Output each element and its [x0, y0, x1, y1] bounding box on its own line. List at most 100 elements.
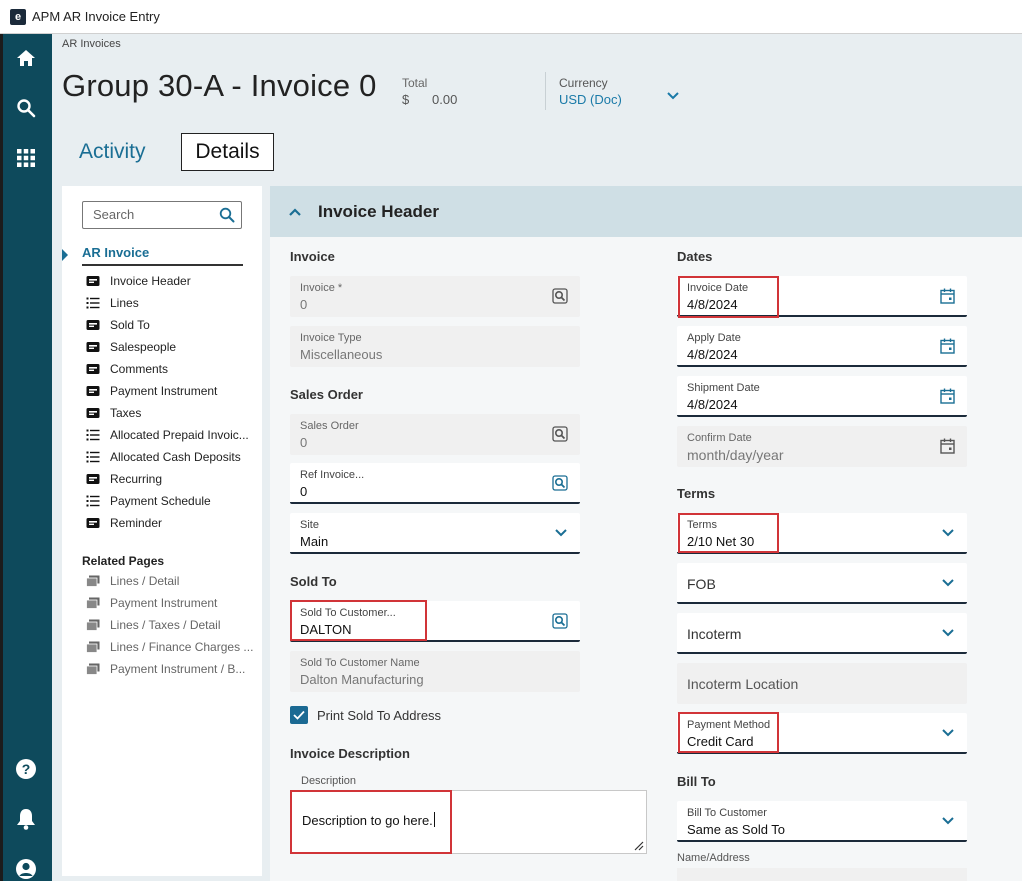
lookup-icon[interactable]	[552, 288, 568, 304]
group-invoice: Invoice	[290, 249, 335, 264]
tab-activity[interactable]: Activity	[79, 140, 146, 164]
apply-date-value[interactable]: 4/8/2024	[687, 347, 738, 362]
section-header[interactable]: Invoice Header	[270, 186, 1022, 237]
app-rail: ?	[0, 34, 52, 881]
ref-invoice-value[interactable]: 0	[300, 484, 307, 499]
related-page-label: Payment Instrument	[110, 596, 218, 610]
invoice-date-value[interactable]: 4/8/2024	[687, 297, 738, 312]
print-address-label: Print Sold To Address	[317, 707, 442, 723]
nav-search-input[interactable]	[93, 207, 213, 222]
lookup-icon[interactable]	[552, 426, 568, 442]
nav-item[interactable]: Invoice Header	[86, 270, 256, 292]
chevron-down-icon[interactable]	[554, 527, 568, 539]
resize-grip-icon[interactable]	[634, 841, 644, 851]
print-address-checkbox[interactable]	[290, 706, 308, 724]
description-textarea[interactable]: Description to go here.	[290, 790, 647, 854]
nav-item-label: Comments	[110, 362, 169, 376]
confirm-date-label: Confirm Date	[687, 432, 752, 444]
invoice-label: Invoice *	[300, 282, 343, 294]
nav-item[interactable]: Sold To	[86, 314, 256, 336]
apps-button[interactable]	[0, 138, 52, 178]
lookup-icon[interactable]	[552, 613, 568, 629]
print-sold-to-address-option[interactable]: Print Sold To Address	[290, 706, 441, 724]
nav-item-label: Recurring	[110, 472, 163, 486]
payment-method-value[interactable]: Credit Card	[687, 734, 753, 749]
terms-select[interactable]: Terms 2/10 Net 30	[677, 513, 967, 554]
calendar-icon[interactable]	[940, 388, 955, 404]
total-label: Total	[402, 76, 428, 90]
nav-item[interactable]: Lines	[86, 292, 256, 314]
nav-search-box[interactable]	[82, 201, 242, 229]
search-icon[interactable]	[219, 207, 235, 223]
sales-order-value: 0	[300, 435, 308, 450]
breadcrumb[interactable]: AR Invoices	[62, 38, 121, 50]
nav-item[interactable]: Allocated Prepaid Invoic...	[86, 424, 256, 446]
currency-select[interactable]: USD (Doc)	[559, 92, 622, 107]
site-label: Site	[300, 519, 319, 531]
site-select[interactable]: Site Main	[290, 513, 580, 554]
chevron-down-icon[interactable]	[941, 527, 955, 539]
notifications-button[interactable]	[0, 799, 52, 839]
sold-to-name-label: Sold To Customer Name	[300, 657, 420, 669]
card-icon	[86, 386, 100, 396]
fob-select[interactable]: FOB	[677, 563, 967, 604]
payment-method-select[interactable]: Payment Method Credit Card	[677, 713, 967, 754]
nav-item-label: Allocated Prepaid Invoic...	[110, 428, 249, 442]
invoice-header-panel: Invoice Header Invoice Invoice * 0 Invoi…	[270, 186, 1022, 881]
shipment-date-field[interactable]: Shipment Date 4/8/2024	[677, 376, 967, 417]
sold-to-customer-label: Sold To Customer...	[300, 607, 396, 619]
nav-item[interactable]: Taxes	[86, 402, 256, 424]
incoterm-location-placeholder: Incoterm Location	[687, 676, 799, 692]
related-pages-icon	[86, 619, 100, 631]
apply-date-field[interactable]: Apply Date 4/8/2024	[677, 326, 967, 367]
sold-to-customer-field[interactable]: Sold To Customer... DALTON	[290, 601, 580, 642]
search-nav-button[interactable]	[0, 88, 52, 128]
svg-text:?: ?	[22, 761, 31, 777]
user-button[interactable]	[0, 849, 52, 881]
tab-details[interactable]: Details	[181, 133, 274, 171]
home-button[interactable]	[0, 38, 52, 78]
chevron-down-icon[interactable]	[941, 727, 955, 739]
ref-invoice-field[interactable]: Ref Invoice... 0	[290, 463, 580, 504]
nav-item[interactable]: Recurring	[86, 468, 256, 490]
related-page-link[interactable]: Payment Instrument	[86, 592, 256, 614]
chevron-down-icon[interactable]	[941, 815, 955, 827]
related-pages-icon	[86, 641, 100, 653]
site-value[interactable]: Main	[300, 534, 328, 549]
related-pages-icon	[86, 575, 100, 587]
shipment-date-value[interactable]: 4/8/2024	[687, 397, 738, 412]
related-page-link[interactable]: Lines / Taxes / Detail	[86, 614, 256, 636]
related-page-link[interactable]: Lines / Detail	[86, 570, 256, 592]
calendar-icon	[940, 438, 955, 454]
chevron-down-icon[interactable]	[941, 627, 955, 639]
nav-item-label: Salespeople	[110, 340, 177, 354]
chevron-up-icon[interactable]	[288, 206, 302, 218]
shipment-date-label: Shipment Date	[687, 382, 760, 394]
nav-item[interactable]: Salespeople	[86, 336, 256, 358]
calendar-icon[interactable]	[940, 338, 955, 354]
total-currency-symbol: $	[402, 92, 410, 107]
confirm-date-placeholder: month/day/year	[687, 447, 784, 463]
sold-to-customer-value[interactable]: DALTON	[300, 622, 352, 637]
invoice-date-field[interactable]: Invoice Date 4/8/2024	[677, 276, 967, 317]
related-page-link[interactable]: Lines / Finance Charges ...	[86, 636, 256, 658]
bill-to-customer-select[interactable]: Bill To Customer Same as Sold To	[677, 801, 967, 842]
nav-item[interactable]: Reminder	[86, 512, 256, 534]
nav-item[interactable]: Payment Instrument	[86, 380, 256, 402]
checkmark-icon	[293, 710, 305, 720]
related-page-link[interactable]: Payment Instrument / B...	[86, 658, 256, 680]
rail-edge	[0, 34, 3, 881]
nav-item[interactable]: Comments	[86, 358, 256, 380]
chevron-down-icon[interactable]	[941, 577, 955, 589]
nav-item[interactable]: Allocated Cash Deposits	[86, 446, 256, 468]
nav-section-ar-invoice[interactable]: AR Invoice	[82, 245, 243, 266]
chevron-down-icon[interactable]	[666, 90, 680, 102]
card-icon	[86, 320, 100, 330]
bill-to-customer-value[interactable]: Same as Sold To	[687, 822, 785, 837]
nav-item[interactable]: Payment Schedule	[86, 490, 256, 512]
help-button[interactable]: ?	[0, 749, 52, 789]
calendar-icon[interactable]	[940, 288, 955, 304]
terms-value[interactable]: 2/10 Net 30	[687, 534, 754, 549]
lookup-icon[interactable]	[552, 475, 568, 491]
incoterm-select[interactable]: Incoterm	[677, 613, 967, 654]
